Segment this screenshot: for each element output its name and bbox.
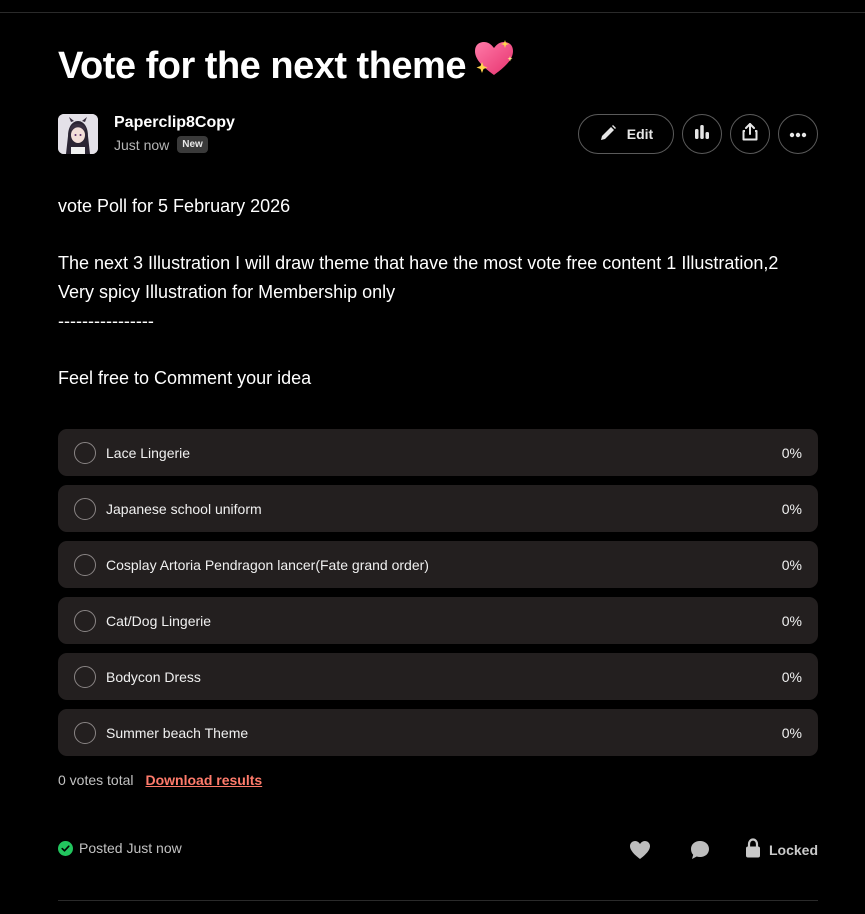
heart-icon[interactable] bbox=[629, 840, 651, 860]
new-badge: New bbox=[177, 136, 208, 153]
poll-option-label: Bodycon Dress bbox=[106, 668, 201, 685]
radio-circle-icon[interactable] bbox=[74, 609, 96, 632]
poll-option-label: Summer beach Theme bbox=[106, 724, 249, 741]
poll-option[interactable]: Summer beach Theme 0% bbox=[58, 709, 818, 756]
pencil-icon bbox=[599, 124, 617, 145]
poll-option[interactable]: Cat/Dog Lingerie 0% bbox=[58, 597, 818, 644]
poll-option-percent: 0% bbox=[781, 444, 802, 461]
body-line-description: The next 3 Illustration I will draw them… bbox=[58, 253, 779, 302]
footer-actions: Locked bbox=[629, 838, 818, 861]
locked-status: Locked bbox=[745, 838, 818, 861]
stats-icon bbox=[693, 123, 711, 146]
radio-circle-icon[interactable] bbox=[74, 665, 96, 688]
poll-option-percent: 0% bbox=[781, 724, 802, 741]
avatar[interactable] bbox=[58, 114, 98, 154]
body-line-poll-date: vote Poll for 5 February 2026 bbox=[58, 196, 291, 216]
share-icon bbox=[741, 122, 759, 146]
posted-text: Posted Just now bbox=[79, 840, 182, 856]
comment-icon[interactable] bbox=[689, 839, 711, 861]
share-button[interactable] bbox=[730, 114, 770, 154]
bottom-divider bbox=[58, 900, 818, 901]
post-time: Just now bbox=[114, 136, 170, 153]
edit-label: Edit bbox=[626, 126, 654, 142]
radio-circle-icon[interactable] bbox=[74, 721, 96, 744]
check-circle-icon bbox=[58, 840, 73, 856]
stats-button[interactable] bbox=[682, 114, 722, 154]
poll-option-label: Cat/Dog Lingerie bbox=[106, 612, 212, 629]
author-row: Paperclip8Copy Just now New Edit bbox=[58, 114, 818, 156]
poll-option-percent: 0% bbox=[781, 556, 802, 573]
poll-option[interactable]: Cosplay Artoria Pendragon lancer(Fate gr… bbox=[58, 541, 818, 588]
author-name[interactable]: Paperclip8Copy bbox=[114, 114, 235, 132]
post-footer: Posted Just now Locked bbox=[58, 838, 818, 862]
poll-option-label: Lace Lingerie bbox=[106, 444, 191, 461]
edit-button[interactable]: Edit bbox=[578, 114, 674, 154]
radio-circle-icon[interactable] bbox=[74, 553, 96, 576]
poll-option[interactable]: Lace Lingerie 0% bbox=[58, 429, 818, 476]
posted-status: Posted Just now bbox=[58, 840, 182, 856]
poll-option[interactable]: Japanese school uniform 0% bbox=[58, 485, 818, 532]
poll-option-label: Japanese school uniform bbox=[106, 500, 262, 517]
post-body: vote Poll for 5 February 2026 The next 3… bbox=[58, 192, 818, 393]
sparkling-heart-icon bbox=[472, 38, 514, 92]
post-title: Vote for the next theme bbox=[58, 38, 514, 92]
post-title-text: Vote for the next theme bbox=[58, 45, 466, 87]
radio-circle-icon[interactable] bbox=[74, 497, 96, 520]
download-results-link[interactable]: Download results bbox=[146, 772, 263, 788]
author-meta: Just now New bbox=[114, 136, 208, 153]
poll-option[interactable]: Bodycon Dress 0% bbox=[58, 653, 818, 700]
body-line-comment-prompt: Feel free to Comment your idea bbox=[58, 368, 312, 388]
more-icon bbox=[789, 125, 807, 143]
locked-label: Locked bbox=[768, 841, 818, 858]
top-divider bbox=[0, 12, 865, 13]
poll-option-percent: 0% bbox=[781, 612, 802, 629]
more-button[interactable] bbox=[778, 114, 818, 154]
votes-total: 0 votes total bbox=[58, 772, 134, 788]
poll-footer: 0 votes total Download results bbox=[58, 772, 262, 788]
poll-option-label: Cosplay Artoria Pendragon lancer(Fate gr… bbox=[106, 556, 429, 573]
post-actions: Edit bbox=[578, 114, 818, 154]
body-line-separator: ---------------- bbox=[58, 311, 154, 331]
radio-circle-icon[interactable] bbox=[74, 441, 96, 464]
poll-option-percent: 0% bbox=[781, 500, 802, 517]
poll-option-percent: 0% bbox=[781, 668, 802, 685]
poll: Lace Lingerie 0% Japanese school uniform… bbox=[58, 429, 818, 765]
lock-icon bbox=[745, 838, 761, 861]
